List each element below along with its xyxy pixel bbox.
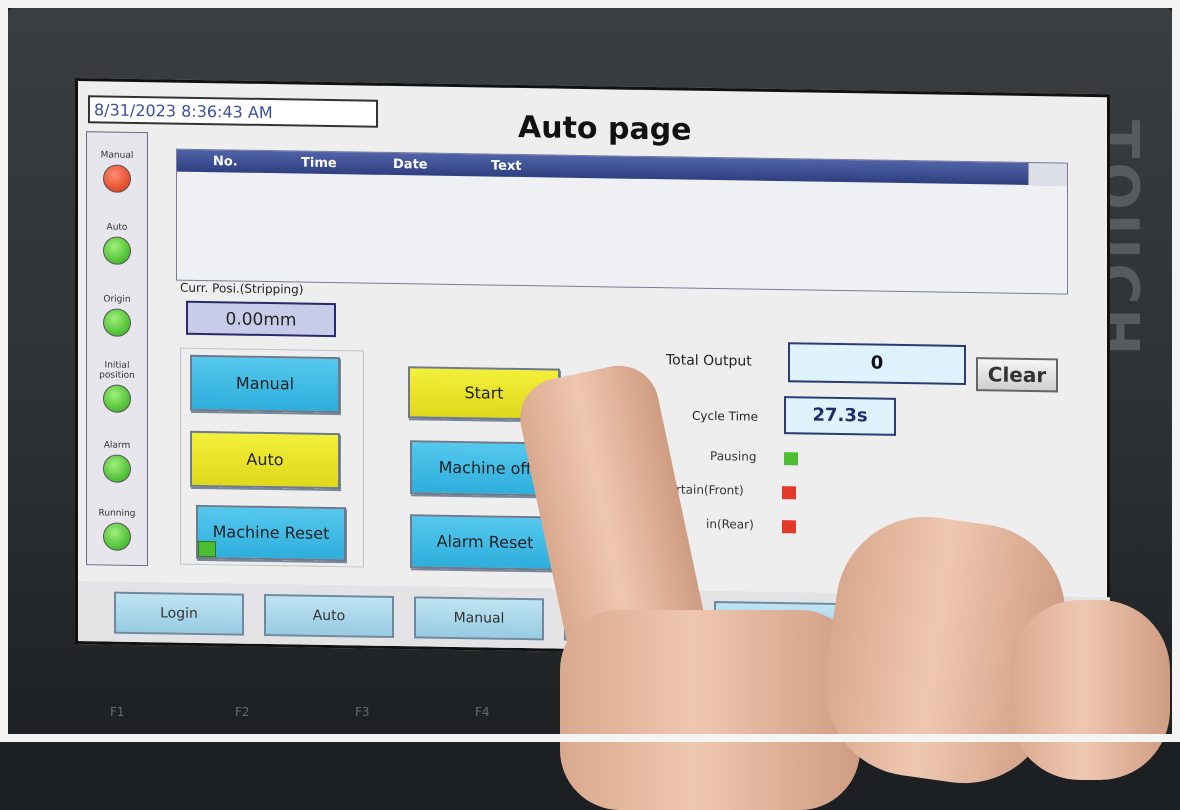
photo-border bbox=[0, 0, 1180, 742]
